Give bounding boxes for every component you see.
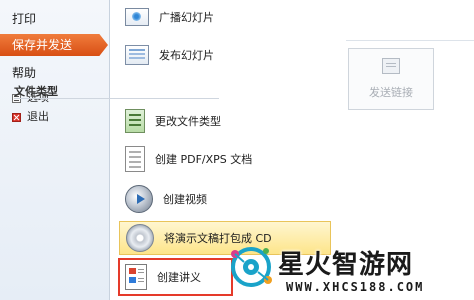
package-for-cd-label: 将演示文稿打包成 CD	[164, 232, 272, 245]
send-link-button[interactable]: 发送链接	[348, 48, 434, 110]
change-file-type-item[interactable]: 更改文件类型	[119, 104, 331, 138]
section-file-types: 文件类型	[14, 83, 219, 99]
create-pdf-xps-label: 创建 PDF/XPS 文档	[155, 153, 253, 166]
send-link-label: 发送链接	[369, 86, 413, 99]
create-video-item[interactable]: 创建视频	[119, 182, 331, 216]
package-for-cd-item[interactable]: 将演示文稿打包成 CD	[119, 221, 331, 255]
video-icon	[125, 185, 153, 213]
change-file-type-icon	[125, 109, 145, 133]
broadcast-slides-item[interactable]: 广播幻灯片	[119, 0, 331, 34]
divider	[346, 40, 474, 41]
broadcast-slides-label: 广播幻灯片	[159, 11, 214, 24]
link-icon	[382, 58, 400, 74]
cd-icon	[126, 224, 154, 252]
details-pane: 发送链接	[334, 0, 474, 300]
create-pdf-xps-item[interactable]: 创建 PDF/XPS 文档	[119, 142, 331, 176]
nav-item-exit[interactable]: 退出	[0, 108, 49, 126]
pdf-xps-document-icon	[125, 146, 145, 172]
exit-label: 退出	[27, 110, 49, 123]
nav-item-print[interactable]: 打印	[0, 8, 108, 30]
create-video-label: 创建视频	[163, 193, 207, 206]
publish-slides-item[interactable]: 发布幻灯片	[119, 38, 331, 72]
exit-icon	[12, 112, 21, 122]
publish-slides-label: 发布幻灯片	[159, 49, 214, 62]
nav-item-save-and-send[interactable]: 保存并发送	[0, 34, 108, 56]
broadcast-slides-icon	[125, 8, 149, 26]
highlight-annotation	[118, 258, 233, 296]
nav-item-help[interactable]: 帮助	[0, 62, 108, 84]
publish-slides-icon	[125, 45, 149, 65]
change-file-type-label: 更改文件类型	[155, 115, 221, 128]
backstage-nav: 打印 保存并发送 帮助 选项 退出	[0, 0, 110, 300]
